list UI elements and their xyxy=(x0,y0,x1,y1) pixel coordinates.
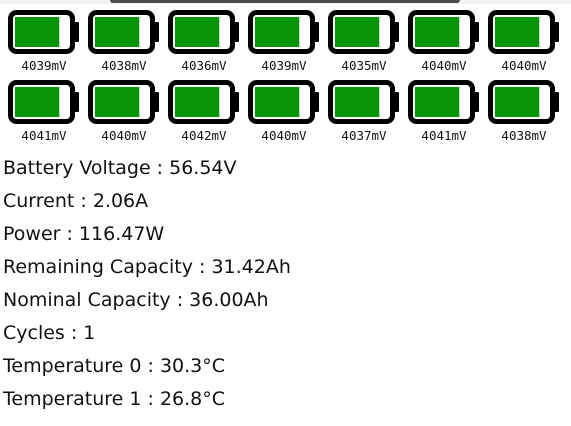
cell-4: 4039mV xyxy=(246,8,326,78)
cell-2: 4038mV xyxy=(86,8,166,78)
battery-terminal xyxy=(233,92,239,112)
battery-icon xyxy=(488,10,559,54)
battery-terminal xyxy=(313,22,319,42)
battery-charge-level xyxy=(415,87,460,117)
cell-7: 4040mV xyxy=(486,8,566,78)
battery-voltage-text: Battery Voltage : 56.54V xyxy=(3,157,237,179)
cell-voltage-label: 4038mV xyxy=(101,58,147,73)
battery-charge-level xyxy=(95,17,140,47)
battery-terminal xyxy=(233,22,239,42)
battery-icon xyxy=(248,80,319,124)
cell-voltage-label: 4036mV xyxy=(181,58,227,73)
cell-voltage-label: 4039mV xyxy=(261,58,307,73)
battery-icon xyxy=(488,80,559,124)
cell-12: 4037mV xyxy=(326,78,406,148)
battery-terminal xyxy=(473,92,479,112)
cell-voltage-label: 4037mV xyxy=(341,128,387,143)
battery-charge-level xyxy=(175,87,220,117)
battery-charge-level xyxy=(335,17,380,47)
power-text: Power : 116.47W xyxy=(3,223,165,245)
cell-11: 4040mV xyxy=(246,78,326,148)
cell-voltage-label: 4039mV xyxy=(21,58,67,73)
cell-row-2: 4041mV 4040mV 4042mV 4040mV 4037mV 4041m… xyxy=(6,78,566,148)
current-text: Current : 2.06A xyxy=(3,190,149,212)
battery-icon xyxy=(88,80,159,124)
cell-5: 4035mV xyxy=(326,8,406,78)
remaining-capacity-text: Remaining Capacity : 31.42Ah xyxy=(3,256,291,278)
battery-charge-level xyxy=(95,87,140,117)
cell-voltage-label: 4040mV xyxy=(101,128,147,143)
cycles-text: Cycles : 1 xyxy=(3,322,96,344)
battery-info-list: Battery Voltage : 56.54V Current : 2.06A… xyxy=(3,152,291,416)
battery-charge-level xyxy=(15,17,60,47)
battery-terminal xyxy=(473,22,479,42)
battery-terminal xyxy=(393,22,399,42)
battery-icon xyxy=(8,80,79,124)
battery-icon xyxy=(248,10,319,54)
battery-charge-level xyxy=(495,87,540,117)
battery-charge-level xyxy=(15,87,60,117)
battery-charge-level xyxy=(415,17,460,47)
cell-voltage-label: 4038mV xyxy=(501,128,547,143)
cell-8: 4041mV xyxy=(6,78,86,148)
battery-icon xyxy=(408,80,479,124)
battery-terminal xyxy=(553,92,559,112)
battery-icon xyxy=(8,10,79,54)
battery-icon xyxy=(328,10,399,54)
battery-charge-level xyxy=(255,17,300,47)
battery-charge-level xyxy=(175,17,220,47)
battery-terminal xyxy=(553,22,559,42)
cell-voltage-label: 4041mV xyxy=(21,128,67,143)
cell-13: 4041mV xyxy=(406,78,486,148)
battery-charge-level xyxy=(255,87,300,117)
battery-terminal xyxy=(393,92,399,112)
cell-voltage-label: 4041mV xyxy=(421,128,467,143)
nominal-capacity-text: Nominal Capacity : 36.00Ah xyxy=(3,289,269,311)
battery-charge-level xyxy=(335,87,380,117)
temperature-0-text: Temperature 0 : 30.3°C xyxy=(3,355,226,377)
cell-6: 4040mV xyxy=(406,8,486,78)
cell-voltage-label: 4040mV xyxy=(261,128,307,143)
window-drag-handle[interactable] xyxy=(110,0,460,3)
battery-icon xyxy=(168,80,239,124)
cell-14: 4038mV xyxy=(486,78,566,148)
battery-charge-level xyxy=(495,17,540,47)
cell-3: 4036mV xyxy=(166,8,246,78)
battery-icon xyxy=(88,10,159,54)
battery-terminal xyxy=(153,22,159,42)
cell-1: 4039mV xyxy=(6,8,86,78)
cell-9: 4040mV xyxy=(86,78,166,148)
battery-terminal xyxy=(153,92,159,112)
temperature-1-text: Temperature 1 : 26.8°C xyxy=(3,388,226,410)
cell-voltage-label: 4035mV xyxy=(341,58,387,73)
battery-icon xyxy=(408,10,479,54)
battery-terminal xyxy=(73,22,79,42)
cell-row-1: 4039mV 4038mV 4036mV 4039mV 4035mV 4040m… xyxy=(6,8,566,78)
cell-voltage-label: 4040mV xyxy=(501,58,547,73)
cell-voltage-label: 4040mV xyxy=(421,58,467,73)
cell-10: 4042mV xyxy=(166,78,246,148)
cell-grid: 4039mV 4038mV 4036mV 4039mV 4035mV 4040m… xyxy=(6,8,566,148)
battery-terminal xyxy=(313,92,319,112)
battery-icon xyxy=(168,10,239,54)
cell-voltage-label: 4042mV xyxy=(181,128,227,143)
window-top-bar xyxy=(0,0,571,4)
battery-icon xyxy=(328,80,399,124)
battery-terminal xyxy=(73,92,79,112)
